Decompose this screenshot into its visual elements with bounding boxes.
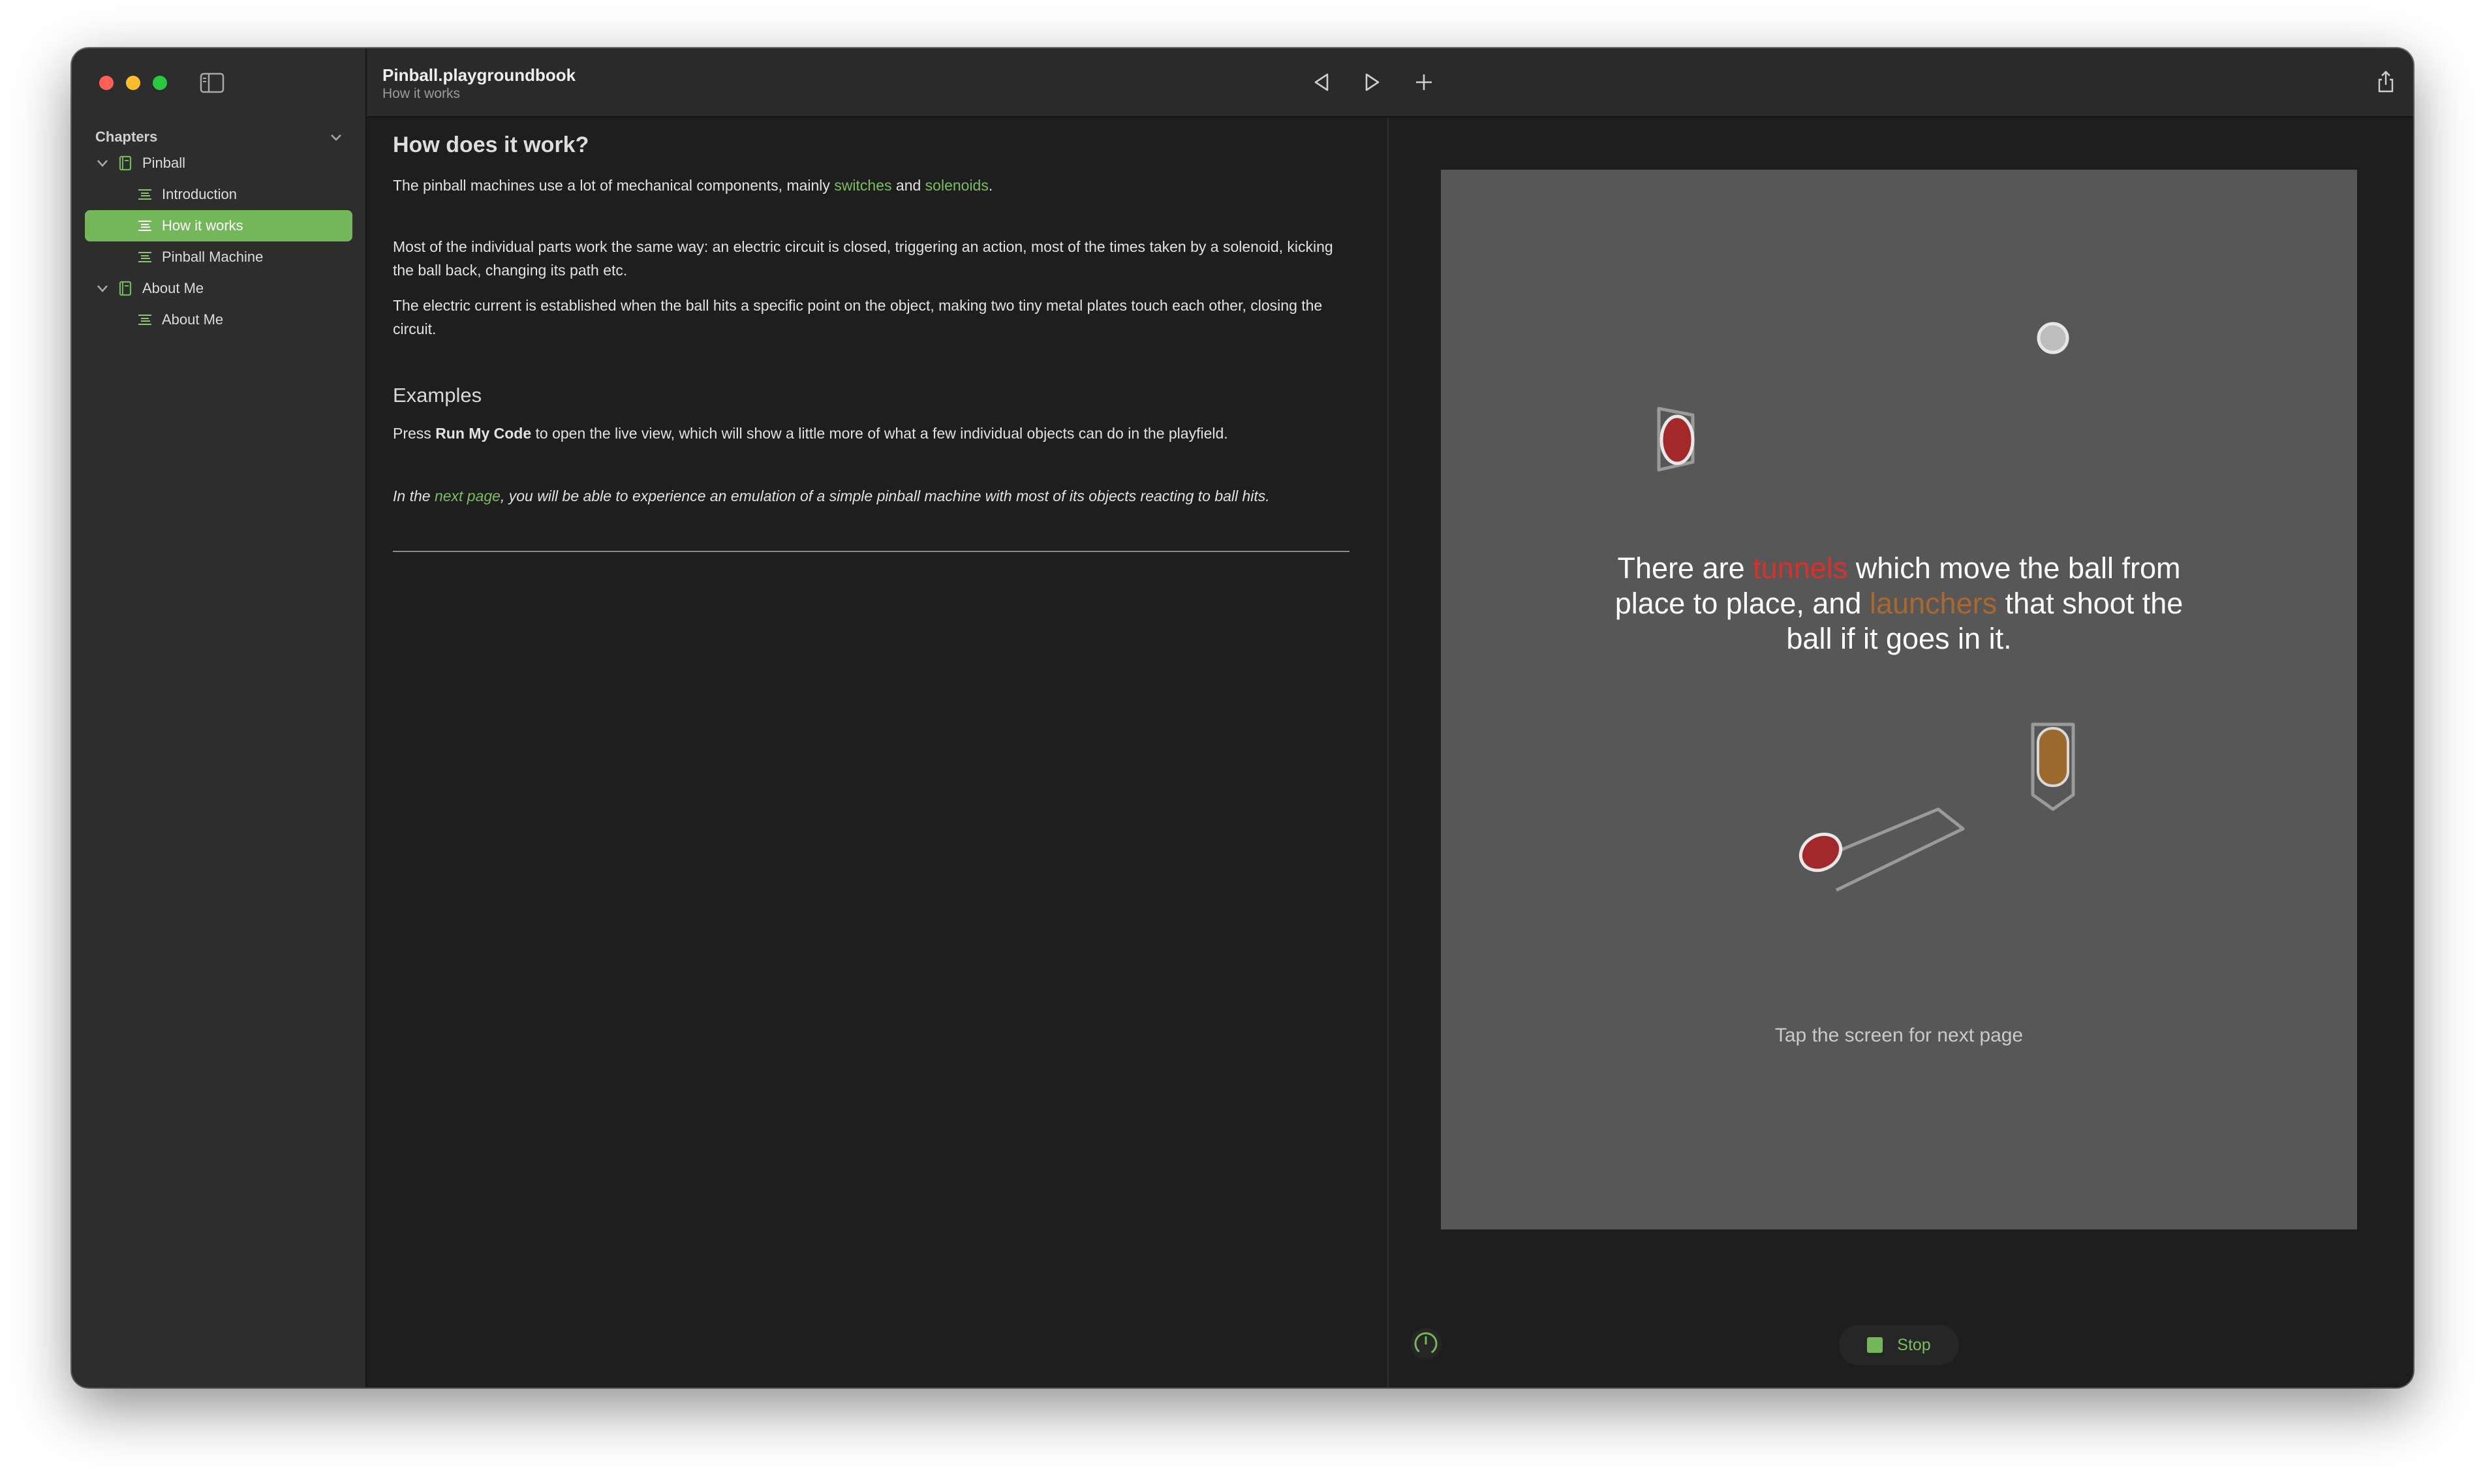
page-label: Introduction: [162, 186, 237, 202]
page-heading: How does it work?: [393, 132, 589, 157]
examples-heading: Examples: [393, 384, 482, 407]
page-item-pinball-machine[interactable]: Pinball Machine: [85, 241, 352, 273]
paragraph-run-code: Press Run My Code to open the live view,…: [393, 422, 1228, 445]
chapter-label: Pinball: [142, 155, 186, 171]
text-span: .: [988, 177, 993, 194]
share-icon[interactable]: [2373, 69, 2399, 95]
playground-chapter-icon: [119, 155, 132, 171]
launchers-keyword: launchers: [1869, 587, 1998, 620]
sidebar-toggle-icon[interactable]: [200, 72, 224, 94]
sidebar: Chapters Pinball Introduction How it wor…: [72, 48, 367, 1387]
playground-chapter-icon: [119, 281, 132, 296]
stop-button[interactable]: Stop: [1839, 1325, 1959, 1365]
page-item-about-me[interactable]: About Me: [85, 304, 352, 335]
prose-panel: How does it work? The pinball machines u…: [367, 117, 1389, 1387]
divider: [393, 551, 1350, 552]
launcher-object: [2031, 722, 2075, 811]
paragraph-current: The electric current is established when…: [393, 297, 1323, 337]
chapter-tree: Pinball Introduction How it works Pinbal…: [85, 147, 352, 335]
stop-label: Stop: [1897, 1335, 1931, 1354]
page-icon: [138, 315, 151, 325]
run-my-code-label: Run My Code: [435, 425, 532, 442]
text-span: There are: [1617, 551, 1753, 585]
stop-icon: [1867, 1337, 1883, 1353]
speedometer-icon[interactable]: [1408, 1326, 1443, 1361]
run-icon[interactable]: [1359, 69, 1385, 95]
live-view-panel: There are tunnels which move the ball fr…: [1389, 117, 2413, 1387]
window-controls: [99, 76, 167, 90]
toolbar: Pinball.playgroundbook How it works: [367, 48, 2413, 117]
page-label: How it works: [162, 217, 243, 234]
chapter-item-pinball[interactable]: Pinball: [85, 147, 352, 179]
chevron-down-icon[interactable]: [94, 155, 111, 172]
text-span: In the: [393, 487, 435, 504]
tunnel-left-object: [1657, 407, 1695, 472]
page-label: Pinball Machine: [162, 249, 264, 265]
paragraph-next-page: In the next page, you will be able to ex…: [393, 484, 1270, 508]
chapter-item-about-me[interactable]: About Me: [85, 273, 352, 304]
text-span: , you will be able to experience an emul…: [500, 487, 1270, 504]
document-subtitle: How it works: [382, 86, 461, 101]
page-icon: [138, 221, 151, 231]
text-span: The pinball machines use a lot of mechan…: [393, 177, 835, 194]
minimize-window-button[interactable]: [126, 76, 140, 90]
add-icon[interactable]: [1411, 69, 1437, 95]
page-label: About Me: [162, 311, 224, 328]
app-window: Chapters Pinball Introduction How it wor…: [72, 48, 2413, 1387]
switches-link[interactable]: switches: [834, 177, 891, 194]
text-span: Press: [393, 425, 436, 442]
next-page-link[interactable]: next page: [435, 487, 501, 504]
chapter-label: About Me: [142, 280, 204, 296]
close-window-button[interactable]: [99, 76, 114, 90]
document-title: Pinball.playgroundbook: [382, 65, 576, 85]
solenoids-link[interactable]: solenoids: [925, 177, 989, 194]
playfield-graphics: [1657, 322, 2075, 892]
text-span: and: [891, 177, 925, 194]
page-item-how-it-works[interactable]: How it works: [85, 210, 352, 241]
chapters-header[interactable]: Chapters: [95, 124, 343, 150]
page-item-introduction[interactable]: Introduction: [85, 179, 352, 210]
tunnel-angled-object: [1798, 807, 1965, 892]
chapters-label: Chapters: [95, 129, 158, 145]
zoom-window-button[interactable]: [153, 76, 167, 90]
chevron-down-icon[interactable]: [94, 280, 111, 297]
paragraph-circuit: Most of the individual parts work the sa…: [393, 238, 1333, 279]
stage-caption: There are tunnels which move the ball fr…: [1598, 551, 2200, 657]
chevron-down-icon[interactable]: [329, 130, 343, 144]
page-icon: [138, 252, 151, 262]
pinball-ball: [2037, 322, 2069, 354]
back-icon[interactable]: [1309, 69, 1335, 95]
paragraph-components: The pinball machines use a lot of mechan…: [393, 174, 993, 197]
tap-hint: Tap the screen for next page: [1774, 1025, 2024, 1046]
live-view-stage[interactable]: There are tunnels which move the ball fr…: [1441, 170, 2357, 1229]
tunnels-keyword: tunnels: [1753, 551, 1848, 585]
page-icon: [138, 189, 151, 200]
text-span: to open the live view, which will show a…: [531, 425, 1228, 442]
